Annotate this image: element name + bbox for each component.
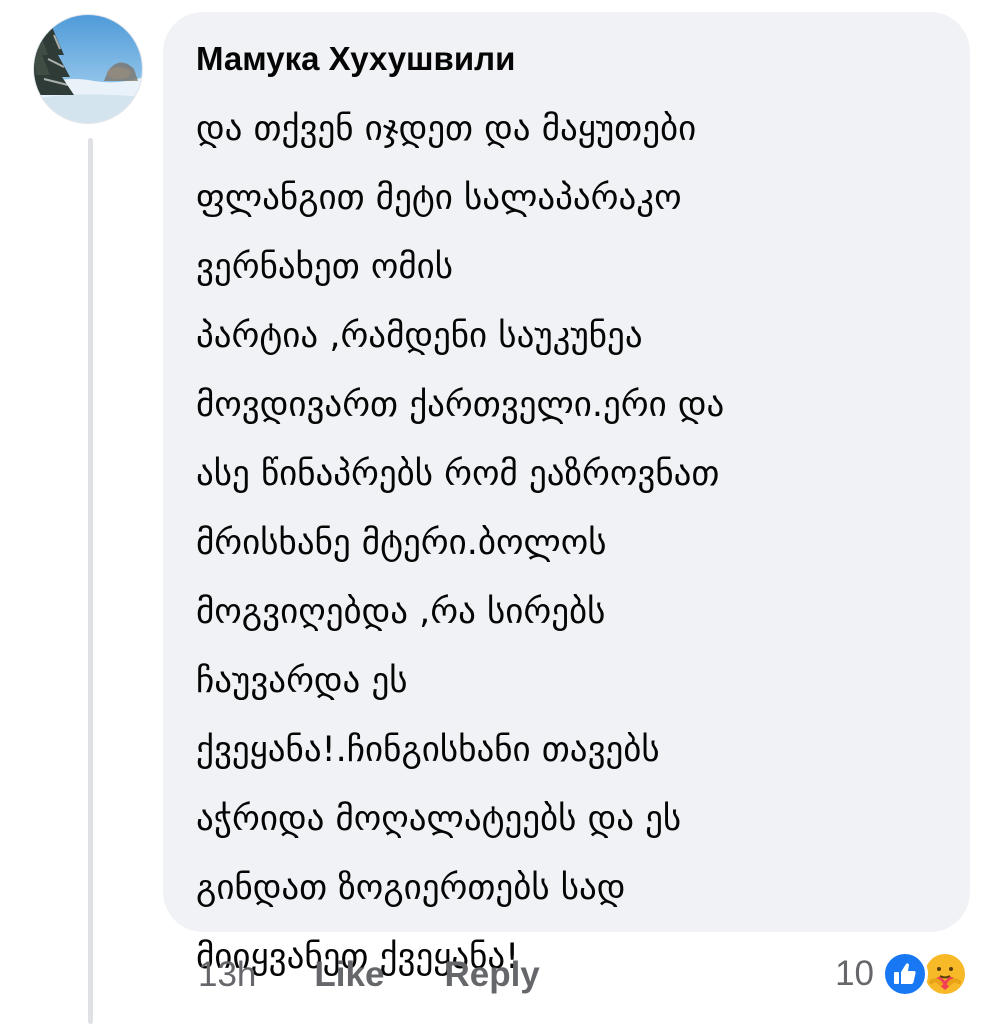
- like-icon: [882, 951, 928, 997]
- comment-line: პარტია ,რამდენი საუკუნეა: [196, 316, 643, 356]
- comment-line: მოგვიღებდა ,რა სირებს: [196, 592, 606, 632]
- care-icon: [922, 951, 968, 997]
- reaction-count: 10: [835, 954, 874, 993]
- comment-line: ასე წინაპრებს რომ ეაზროვნათ: [196, 454, 720, 494]
- like-button[interactable]: Like: [314, 955, 384, 995]
- comment-line: ფლანგით მეტი სალაპარაკო: [196, 178, 682, 218]
- comment-author[interactable]: Мамука Хухушвили: [196, 39, 940, 79]
- comment-line: გინდათ ზოგიერთებს სად: [196, 868, 626, 908]
- reply-button[interactable]: Reply: [444, 955, 539, 995]
- comment-line: მრისხანე მტერი.ბოლოს: [196, 523, 607, 563]
- comment-bubble: Мамука Хухушвили და თქვენ იჯდეთ და მაყუთ…: [163, 12, 970, 977]
- comment-line: ჩაუვარდა ეს: [196, 661, 408, 701]
- comment-line: აჭრიდა მოღალატეებს და ეს: [196, 799, 682, 839]
- comment-actions: 13h Like Reply: [198, 950, 600, 1000]
- reaction-icons: [882, 949, 974, 999]
- comment-line: მოვდივართ ქართველი.ერი და: [196, 385, 725, 425]
- thread-line: [88, 138, 93, 1024]
- comment-body: და თქვენ იჯდეთ და მაყუთები ფლანგით მეტი …: [196, 95, 940, 992]
- comment-thread: Мамука Хухушвили და თქვენ იჯდეთ და მაყუთ…: [0, 0, 1004, 1024]
- comment-line: ქვეყანა!.ჩინგისხანი თავებს: [196, 730, 660, 770]
- comment-timestamp[interactable]: 13h: [198, 955, 256, 995]
- avatar[interactable]: [33, 14, 143, 124]
- reactions-summary[interactable]: 10: [835, 947, 974, 1001]
- comment-line: და თქვენ იჯდეთ და მაყუთები: [196, 109, 697, 149]
- comment-line: ვერნახეთ ომის: [196, 247, 454, 287]
